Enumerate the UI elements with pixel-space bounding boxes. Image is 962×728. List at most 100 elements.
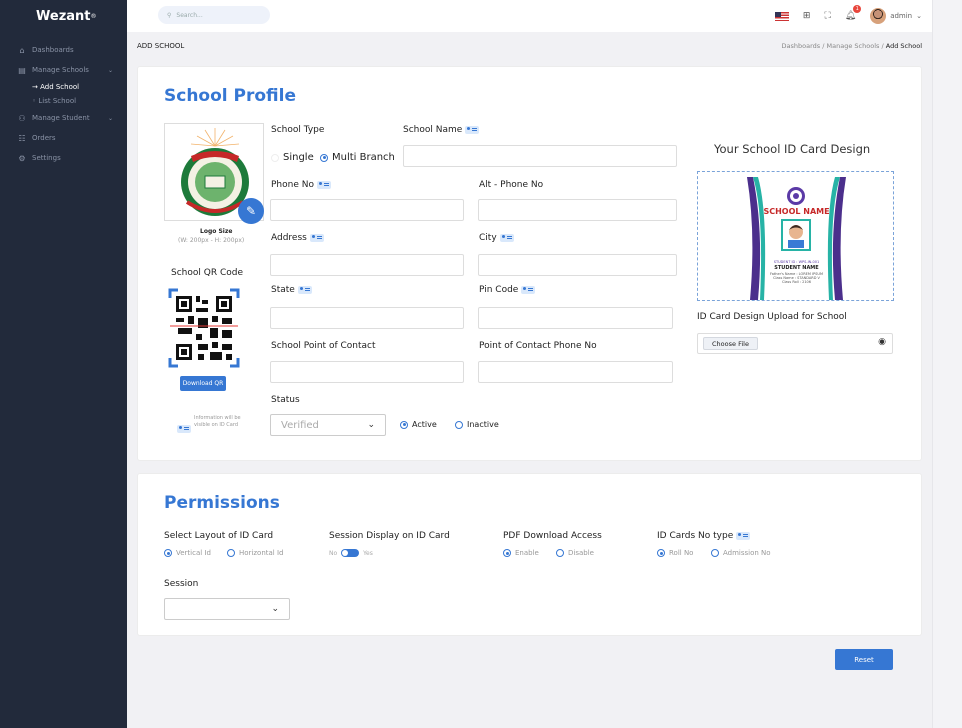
edit-logo-button[interactable]: ✎ bbox=[238, 198, 264, 224]
option-label: Multi Branch bbox=[332, 152, 395, 163]
sidebar-item-label: ◦ List School bbox=[32, 97, 77, 105]
layout-horizontal[interactable]: Horizontal Id bbox=[227, 549, 283, 557]
id-card-preview: SCHOOL NAME STUDENT ID : WPS-IN-001 STUD… bbox=[697, 171, 894, 301]
pdf-enable[interactable]: Enable bbox=[503, 549, 539, 557]
radio-icon bbox=[164, 549, 172, 557]
sidebar-item-manage-student[interactable]: ⚇ Manage Student ⌄ bbox=[0, 108, 127, 128]
breadcrumb-separator: / bbox=[881, 42, 884, 50]
session-select[interactable]: ⌄ bbox=[164, 598, 290, 620]
sidebar-item-add-school[interactable]: → Add School bbox=[0, 80, 127, 94]
phone-input[interactable] bbox=[270, 199, 464, 221]
option-label: Single bbox=[283, 152, 314, 163]
school-qr-label: School QR Code bbox=[171, 268, 243, 278]
sidebar-item-list-school[interactable]: ◦ List School bbox=[0, 94, 127, 108]
sidebar-item-orders[interactable]: ☷ Orders bbox=[0, 128, 127, 148]
pdf-disable[interactable]: Disable bbox=[556, 549, 594, 557]
info-note bbox=[174, 418, 191, 437]
school-qr-code bbox=[168, 288, 240, 368]
toggle-switch[interactable] bbox=[341, 549, 360, 557]
option-label: Vertical Id bbox=[176, 549, 211, 557]
id-card-info-icon bbox=[316, 180, 331, 189]
grid-icon: ☷ bbox=[18, 133, 26, 143]
sidebar-item-settings[interactable]: ⚙ Settings bbox=[0, 148, 127, 168]
id-card-info-icon bbox=[309, 233, 324, 242]
pin-label: Pin Code bbox=[479, 285, 536, 295]
sidebar-item-label: → Add School bbox=[32, 83, 80, 91]
fullscreen-icon[interactable]: ⛶ bbox=[824, 11, 830, 21]
notification-bell-icon[interactable]: 🔔︎ 1 bbox=[845, 5, 862, 21]
id-card-info-icon bbox=[736, 531, 751, 540]
city-label: City bbox=[479, 233, 514, 243]
radio-icon bbox=[455, 420, 463, 429]
option-label: Disable bbox=[568, 549, 594, 557]
state-input[interactable] bbox=[270, 307, 464, 329]
brand-logo[interactable]: Wezant ® bbox=[0, 0, 127, 32]
reset-button[interactable]: Reset bbox=[835, 649, 893, 670]
id-no-admission[interactable]: Admission No bbox=[711, 549, 771, 557]
option-label: Inactive bbox=[467, 420, 499, 429]
sidebar: Wezant ® ⌂ Dashboards ▤ Manage Schools ⌄ → A… bbox=[0, 0, 127, 728]
contact-input[interactable] bbox=[270, 361, 464, 383]
topbar: ⚲ Search... ⊞ ⛶ 🔔︎ 1 admin ⌄ bbox=[127, 0, 932, 32]
layout-label: Select Layout of ID Card bbox=[164, 531, 274, 541]
id-card-file-input[interactable]: Choose File ◉ bbox=[697, 333, 893, 354]
breadcrumb-separator: / bbox=[822, 42, 825, 50]
sidebar-item-label: Orders bbox=[32, 134, 56, 142]
eye-off-icon[interactable]: ◉ bbox=[878, 337, 886, 347]
state-label: State bbox=[271, 285, 312, 295]
download-qr-button[interactable]: Download QR bbox=[180, 376, 226, 391]
id-card-info-icon bbox=[499, 233, 514, 242]
us-flag-icon[interactable] bbox=[774, 11, 789, 21]
search-input[interactable]: ⚲ Search... bbox=[158, 6, 270, 24]
id-card-info-icon bbox=[521, 285, 536, 294]
choose-file-button[interactable]: Choose File bbox=[703, 337, 758, 350]
option-label: Horizontal Id bbox=[239, 549, 284, 557]
option-label: Active bbox=[412, 420, 437, 429]
layout-vertical[interactable]: Vertical Id bbox=[164, 549, 211, 557]
sidebar-item-dashboards[interactable]: ⌂ Dashboards bbox=[0, 40, 127, 60]
id-card-info-icon bbox=[297, 285, 312, 294]
page-header: ADD SCHOOL Dashboards / Manage Schools /… bbox=[137, 42, 922, 56]
school-profile-heading: School Profile bbox=[164, 86, 297, 106]
school-name-input[interactable] bbox=[403, 145, 677, 167]
breadcrumb-current: Add School bbox=[885, 42, 922, 50]
id-no-roll[interactable]: Roll No bbox=[657, 549, 693, 557]
address-input[interactable] bbox=[270, 254, 464, 276]
alt-phone-input[interactable] bbox=[478, 199, 677, 221]
breadcrumb-manage-schools[interactable]: Manage Schools bbox=[827, 42, 880, 50]
school-type-single[interactable]: Single bbox=[271, 152, 314, 163]
toggle-no-label: No bbox=[329, 549, 338, 557]
school-type-multi-branch[interactable]: Multi Branch bbox=[320, 152, 395, 163]
radio-icon bbox=[503, 549, 511, 557]
breadcrumb: Dashboards / Manage Schools / Add School bbox=[782, 42, 922, 50]
option-label: Roll No bbox=[669, 549, 694, 557]
brand-mark: ® bbox=[90, 12, 97, 20]
phone-label: Phone No bbox=[271, 180, 331, 190]
id-no-type-label: ID Cards No type bbox=[657, 531, 751, 541]
chevron-down-icon: ⌄ bbox=[271, 604, 279, 614]
status-inactive[interactable]: Inactive bbox=[455, 420, 499, 429]
toggle-yes-label: Yes bbox=[363, 549, 373, 557]
id-card-student-name: STUDENT NAME bbox=[774, 265, 819, 271]
breadcrumb-dashboards[interactable]: Dashboards bbox=[782, 42, 821, 50]
notification-count-badge: 1 bbox=[853, 5, 862, 13]
sidebar-item-manage-schools[interactable]: ▤ Manage Schools ⌄ bbox=[0, 60, 127, 80]
sidebar-nav: ⌂ Dashboards ▤ Manage Schools ⌄ → Add Schoo… bbox=[0, 40, 127, 168]
contact-label: School Point of Contact bbox=[271, 341, 376, 351]
user-menu[interactable]: admin ⌄ bbox=[870, 8, 922, 24]
status-select[interactable]: Verified ⌄ bbox=[270, 414, 386, 436]
home-icon: ⌂ bbox=[19, 45, 25, 55]
brand-name: Wezant bbox=[36, 8, 91, 24]
session-display-toggle[interactable]: No Yes bbox=[329, 549, 373, 557]
alt-phone-label: Alt - Phone No bbox=[479, 180, 544, 190]
apps-grid-icon[interactable]: ⊞ bbox=[803, 11, 811, 21]
pin-label-text: Pin Code bbox=[479, 285, 519, 295]
pin-input[interactable] bbox=[478, 307, 673, 329]
phone-label-text: Phone No bbox=[271, 180, 314, 190]
id-card-school-name: SCHOOL NAME bbox=[763, 207, 830, 216]
status-active[interactable]: Active bbox=[400, 420, 437, 429]
permissions-heading: Permissions bbox=[164, 493, 280, 513]
city-input[interactable] bbox=[478, 254, 677, 276]
contact-phone-input[interactable] bbox=[478, 361, 673, 383]
id-card-design-title: Your School ID Card Design bbox=[714, 142, 871, 156]
